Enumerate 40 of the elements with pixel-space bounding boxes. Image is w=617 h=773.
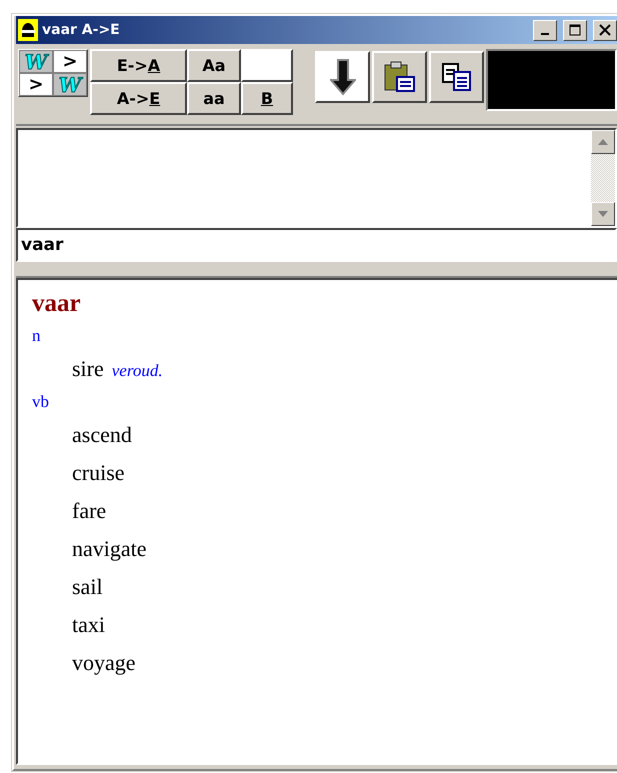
arrow-toggle[interactable]: >: [19, 73, 53, 96]
window-title: vaar A->E: [42, 22, 121, 38]
minimize-button[interactable]: [533, 20, 557, 40]
maximize-icon: [569, 24, 581, 36]
translation: fare: [72, 498, 106, 523]
scroll-up-button[interactable]: [591, 130, 615, 154]
close-icon: [599, 24, 611, 36]
copy-button[interactable]: [429, 51, 484, 103]
up-arrow-icon: [597, 138, 609, 146]
translation: sire: [72, 356, 104, 381]
arrow-toggle[interactable]: >: [53, 50, 87, 73]
translation: taxi: [72, 612, 105, 637]
clipboard-icon: [382, 60, 416, 94]
part-of-speech: n: [32, 325, 42, 347]
blank-button[interactable]: [241, 49, 293, 82]
search-field[interactable]: vaar: [16, 228, 617, 262]
translation: voyage: [72, 650, 136, 675]
toolbar-button[interactable]: aa: [187, 82, 241, 115]
copy-icon: [440, 62, 472, 92]
arrow-down-icon: [330, 58, 356, 96]
minimize-icon: [541, 33, 549, 35]
headword: vaar: [32, 290, 82, 318]
translation: sail: [72, 574, 103, 599]
down-button[interactable]: [315, 51, 370, 103]
translation: ascend: [72, 422, 132, 447]
toolbar-button[interactable]: B: [241, 82, 293, 115]
usage-note: veroud.: [112, 361, 163, 380]
translation: navigate: [72, 536, 147, 561]
part-of-speech: vb: [32, 391, 50, 413]
down-arrow-icon: [597, 210, 609, 218]
text-area[interactable]: [16, 128, 617, 228]
close-button[interactable]: [593, 20, 617, 40]
translation: cruise: [72, 460, 125, 485]
toolbar-button[interactable]: A->E: [90, 82, 187, 115]
toolbar-button[interactable]: Aa: [187, 49, 241, 82]
scrollbar[interactable]: [591, 130, 615, 226]
scroll-down-button[interactable]: [591, 202, 615, 226]
paste-button[interactable]: [372, 51, 427, 103]
maximize-button[interactable]: [563, 20, 587, 40]
toolbar-button[interactable]: E->A: [90, 49, 187, 82]
